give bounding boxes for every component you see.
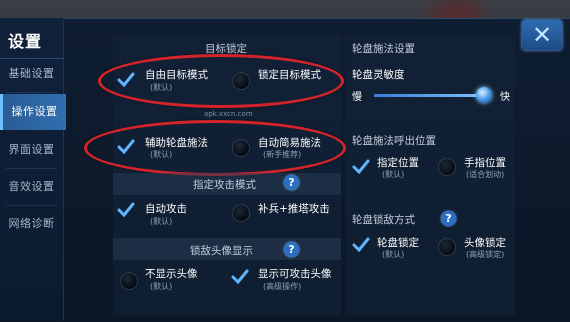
watermark: apk.xxcn.com	[204, 110, 253, 118]
option-wheel-lock[interactable]: 轮盘锁定	[377, 235, 419, 250]
sensitivity-label: 轮盘灵敏度	[352, 69, 405, 81]
radio-unchecked[interactable]	[120, 272, 138, 290]
sidebar-item-sound[interactable]: 音效设置	[0, 169, 63, 205]
checkmark-icon[interactable]	[117, 201, 135, 219]
option-sub: (适合划动)	[466, 170, 505, 179]
option-sub: (默认)	[382, 170, 405, 179]
wheel-settings-title: 轮盘施法设置	[352, 43, 415, 55]
radio-unchecked[interactable]	[438, 238, 456, 256]
radio-unchecked[interactable]	[438, 158, 456, 176]
checkmark-icon[interactable]	[352, 158, 370, 176]
option-sub: (默认)	[150, 282, 173, 291]
highlight-oval	[84, 120, 346, 176]
wheel-callout-title: 轮盘施法呼出位置	[352, 135, 436, 147]
checkmark-icon[interactable]	[352, 236, 370, 254]
option-fixed-position[interactable]: 指定位置	[377, 155, 419, 170]
help-icon[interactable]: ?	[284, 242, 299, 257]
attack-mode-title: 指定攻击模式	[193, 179, 256, 191]
sidebar-item-network[interactable]: 网络诊断	[0, 206, 63, 242]
option-sub: (高级锁定)	[466, 250, 505, 259]
lock-method-title: 轮盘锁敌方式	[352, 214, 415, 226]
sidebar-item-controls[interactable]: 操作设置	[0, 94, 66, 130]
highlight-oval	[98, 54, 344, 108]
divider	[6, 92, 57, 93]
close-x-icon: ✕	[531, 21, 553, 49]
page-title: 设置	[8, 32, 43, 51]
slider-fill	[374, 94, 484, 97]
option-show-avatar[interactable]: 显示可攻击头像	[258, 266, 332, 281]
option-sub: (高级操作)	[263, 282, 302, 291]
slider-handle[interactable]	[475, 87, 492, 103]
option-sub: (默认)	[150, 217, 173, 226]
slow-label: 慢	[352, 92, 362, 103]
option-avatar-lock[interactable]: 头像锁定	[464, 235, 506, 250]
option-minion-tower[interactable]: 补兵+推塔攻击	[258, 201, 330, 216]
radio-unchecked[interactable]	[232, 204, 250, 222]
sidebar-item-interface[interactable]: 界面设置	[0, 132, 63, 168]
option-finger-position[interactable]: 手指位置	[464, 155, 506, 170]
sidebar-item-basic[interactable]: 基础设置	[0, 56, 63, 92]
help-icon[interactable]: ?	[441, 211, 456, 226]
close-button[interactable]: ✕	[522, 20, 562, 50]
option-sub: (默认)	[382, 250, 405, 259]
option-auto-attack[interactable]: 自动攻击	[145, 201, 187, 216]
lock-avatar-title: 锁敌头像显示	[190, 245, 253, 257]
help-icon[interactable]: ?	[284, 175, 299, 190]
checkmark-icon[interactable]	[231, 268, 249, 286]
option-hide-avatar[interactable]: 不显示头像	[145, 266, 198, 281]
fast-label: 快	[500, 92, 510, 103]
